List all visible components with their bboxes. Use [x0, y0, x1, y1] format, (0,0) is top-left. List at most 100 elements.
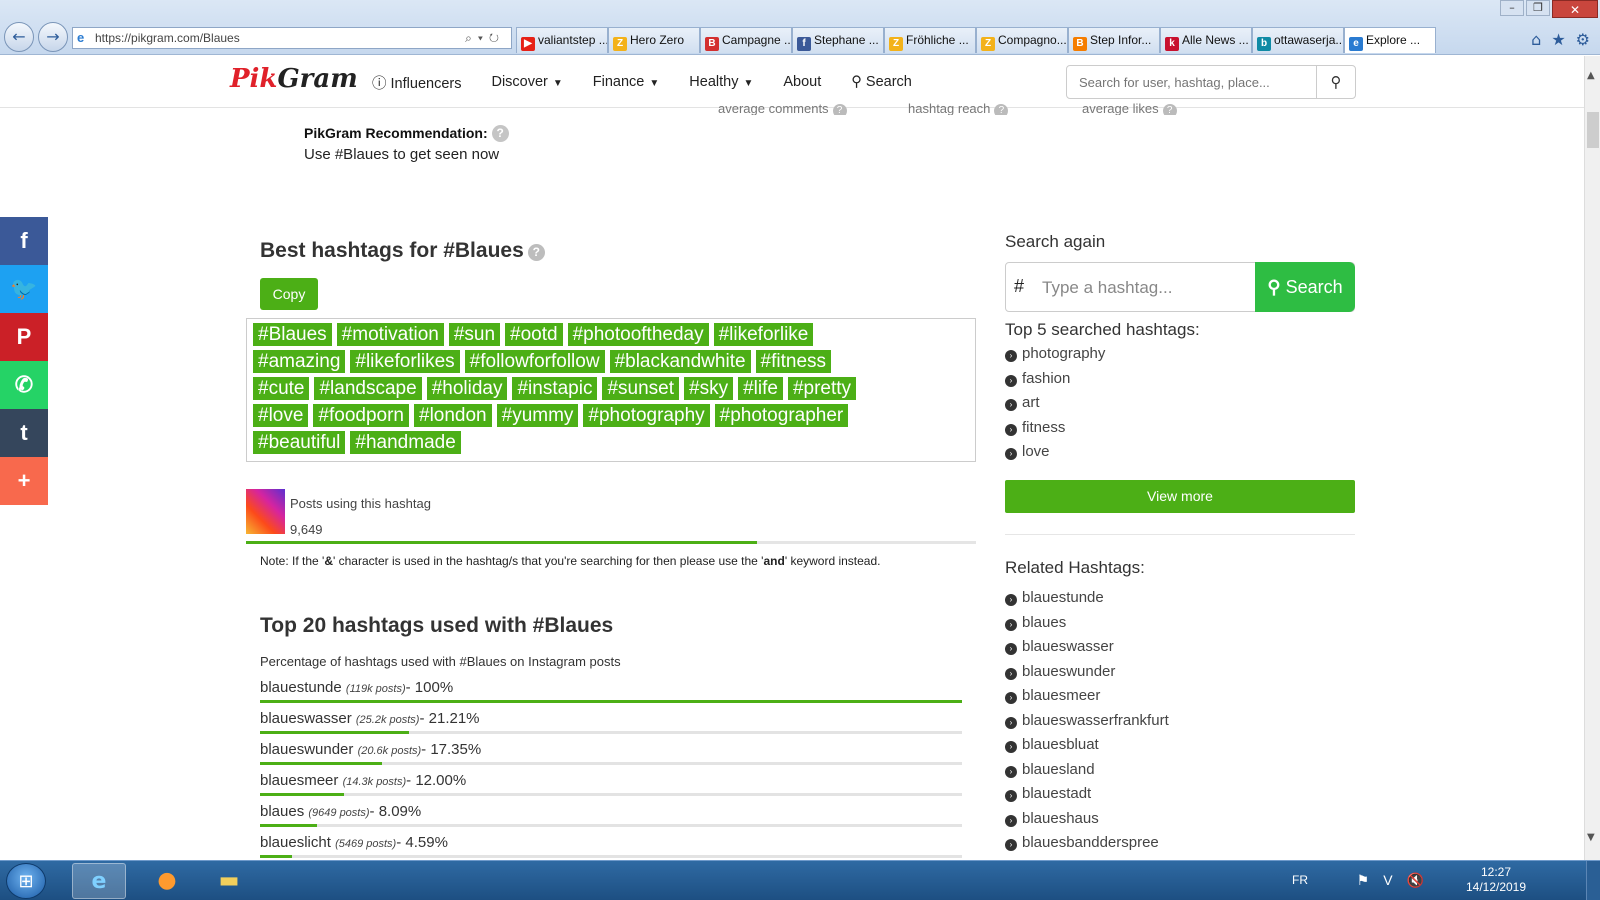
share-pinterest-button[interactable]: P	[0, 313, 48, 361]
top5-item[interactable]: › love	[1005, 440, 1105, 465]
hashtag-chip[interactable]: #yummy	[496, 404, 579, 427]
browser-tab[interactable]: ▶ valiantstep ...	[516, 27, 608, 53]
hashtag-chip[interactable]: #motivation	[336, 323, 444, 346]
related-item[interactable]: › blaues	[1005, 611, 1169, 636]
browser-tab[interactable]: Z Hero Zero	[608, 27, 700, 53]
hashtag-chip[interactable]: #holiday	[426, 377, 508, 400]
related-item[interactable]: › blaueswasserfrankfurt	[1005, 709, 1169, 734]
hashtag-chip[interactable]: #photographer	[714, 404, 849, 427]
hashtag-chip[interactable]: #photooftheday	[567, 323, 709, 346]
view-more-button[interactable]: View more	[1005, 480, 1355, 513]
show-desktop-button[interactable]	[1586, 861, 1600, 900]
clock[interactable]: 12:27 14/12/2019	[1456, 865, 1536, 895]
hashtag-chip[interactable]: #likeforlikes	[350, 350, 460, 373]
top5-item[interactable]: › fashion	[1005, 367, 1105, 392]
copy-button[interactable]: Copy	[260, 278, 318, 310]
window-close-button[interactable]: ✕	[1552, 0, 1598, 18]
top20-hashtag-link[interactable]: blaues	[260, 803, 304, 820]
hashtag-chip[interactable]: #fitness	[755, 350, 832, 373]
top20-hashtag-link[interactable]: blauesmeer	[260, 772, 338, 789]
hashtag-chip[interactable]: #pretty	[787, 377, 857, 400]
hashtag-chip[interactable]: #beautiful	[253, 431, 346, 454]
browser-tab[interactable]: B Campagne ...	[700, 27, 792, 53]
top20-hashtag-link[interactable]: blauestunde	[260, 679, 342, 696]
help-icon[interactable]: ?	[832, 104, 847, 115]
nav-influencers[interactable]: ⓘ Influencers	[372, 72, 461, 93]
header-search-button[interactable]: ⚲	[1317, 66, 1355, 98]
browser-tab[interactable]: Z Compagno...	[976, 27, 1068, 53]
related-item[interactable]: › blaueshaus	[1005, 807, 1169, 832]
hashtag-chip[interactable]: #handmade	[350, 431, 461, 454]
share-more-button[interactable]: +	[0, 457, 48, 505]
nav-healthy[interactable]: Healthy ▼	[689, 74, 753, 90]
share-whatsapp-button[interactable]: ✆	[0, 361, 48, 409]
hashtag-chip[interactable]: #sunset	[602, 377, 680, 400]
forward-button[interactable]: →	[38, 22, 68, 52]
hashtag-chip[interactable]: #amazing	[253, 350, 346, 373]
hashtag-chip[interactable]: #london	[414, 404, 492, 427]
browser-tab[interactable]: f Stephane ...	[792, 27, 884, 53]
hashtag-chip[interactable]: #instapic	[512, 377, 598, 400]
hashtag-box[interactable]: #Blaues #motivation #sun #ootd #photooftheda…	[246, 318, 976, 462]
browser-tab[interactable]: Z Fröhliche ...	[884, 27, 976, 53]
hashtag-search-input[interactable]: Type a hashtag...	[1042, 278, 1172, 298]
tray-icons[interactable]: ⚑V🔇	[1357, 872, 1438, 889]
browser-tab[interactable]: B Step Infor...	[1068, 27, 1160, 53]
scroll-up-icon[interactable]: ▲	[1587, 70, 1595, 81]
language-indicator[interactable]: FR	[1292, 873, 1308, 887]
gear-icon[interactable]: ⚙	[1576, 30, 1590, 49]
hashtag-chip[interactable]: #Blaues	[253, 323, 332, 346]
home-icon[interactable]: ⌂	[1531, 30, 1541, 49]
header-search-input[interactable]	[1067, 66, 1317, 98]
maximize-button[interactable]: ❐	[1526, 0, 1550, 16]
nav-about[interactable]: About	[783, 74, 821, 90]
pikgram-logo[interactable]: PikGram	[230, 64, 358, 94]
help-icon[interactable]: ?	[527, 244, 545, 261]
start-button[interactable]: ⊞	[6, 863, 46, 899]
top5-item[interactable]: › photography	[1005, 342, 1105, 367]
taskbar-explorer[interactable]: ▬	[202, 863, 256, 899]
related-item[interactable]: › blauesmeer	[1005, 684, 1169, 709]
taskbar-firefox[interactable]: ●	[140, 863, 194, 899]
nav-finance[interactable]: Finance ▼	[593, 74, 660, 90]
hashtag-chip[interactable]: #photography	[583, 404, 710, 427]
top20-hashtag-link[interactable]: blaueslicht	[260, 834, 331, 851]
close-tab-icon[interactable]: ✕	[1419, 52, 1429, 53]
taskbar-ie[interactable]: e	[72, 863, 126, 899]
related-item[interactable]: › blaueswunder	[1005, 660, 1169, 685]
browser-tab[interactable]: k Alle News ...	[1160, 27, 1252, 53]
back-button[interactable]: ←	[4, 22, 34, 52]
minimize-button[interactable]: –	[1500, 0, 1524, 16]
top20-hashtag-link[interactable]: blaueswasser	[260, 710, 352, 727]
browser-tab[interactable]: eExplore ... ✕	[1344, 27, 1436, 53]
help-icon[interactable]: ?	[1162, 104, 1177, 115]
browser-tab[interactable]: b ottawaserja...	[1252, 27, 1344, 53]
share-twitter-button[interactable]: 🐦	[0, 265, 48, 313]
related-item[interactable]: › blaueswasser	[1005, 635, 1169, 660]
related-item[interactable]: › blauestadt	[1005, 782, 1169, 807]
related-item[interactable]: › blauestunde	[1005, 586, 1169, 611]
related-item[interactable]: › blauesland	[1005, 758, 1169, 783]
hashtag-chip[interactable]: #landscape	[314, 377, 422, 400]
hashtag-chip[interactable]: #love	[253, 404, 309, 427]
hashtag-chip[interactable]: #life	[738, 377, 783, 400]
hashtag-chip[interactable]: #followforfollow	[464, 350, 605, 373]
related-item[interactable]: › blauesbluat	[1005, 733, 1169, 758]
favorites-star-icon[interactable]: ★	[1551, 30, 1565, 49]
page-scrollbar[interactable]: ▲ ▼	[1584, 56, 1600, 860]
address-tools[interactable]: ⌕▾↻	[465, 28, 505, 48]
hashtag-chip[interactable]: #likeforlike	[713, 323, 814, 346]
help-icon[interactable]: ?	[994, 104, 1009, 115]
top20-hashtag-link[interactable]: blaueswunder	[260, 741, 353, 758]
hashtag-search-button[interactable]: ⚲ Search	[1255, 262, 1355, 312]
hashtag-chip[interactable]: #cute	[253, 377, 310, 400]
hashtag-chip[interactable]: #sun	[448, 323, 501, 346]
hashtag-chip[interactable]: #foodporn	[313, 404, 409, 427]
nav-discover[interactable]: Discover ▼	[491, 74, 562, 90]
hashtag-chip[interactable]: #sky	[684, 377, 734, 400]
address-bar[interactable]: e https://pikgram.com/Blaues ⌕▾↻	[72, 27, 512, 49]
share-tumblr-button[interactable]: t	[0, 409, 48, 457]
top5-item[interactable]: › fitness	[1005, 416, 1105, 441]
scroll-thumb[interactable]	[1587, 112, 1599, 148]
help-icon[interactable]: ?	[491, 125, 509, 142]
